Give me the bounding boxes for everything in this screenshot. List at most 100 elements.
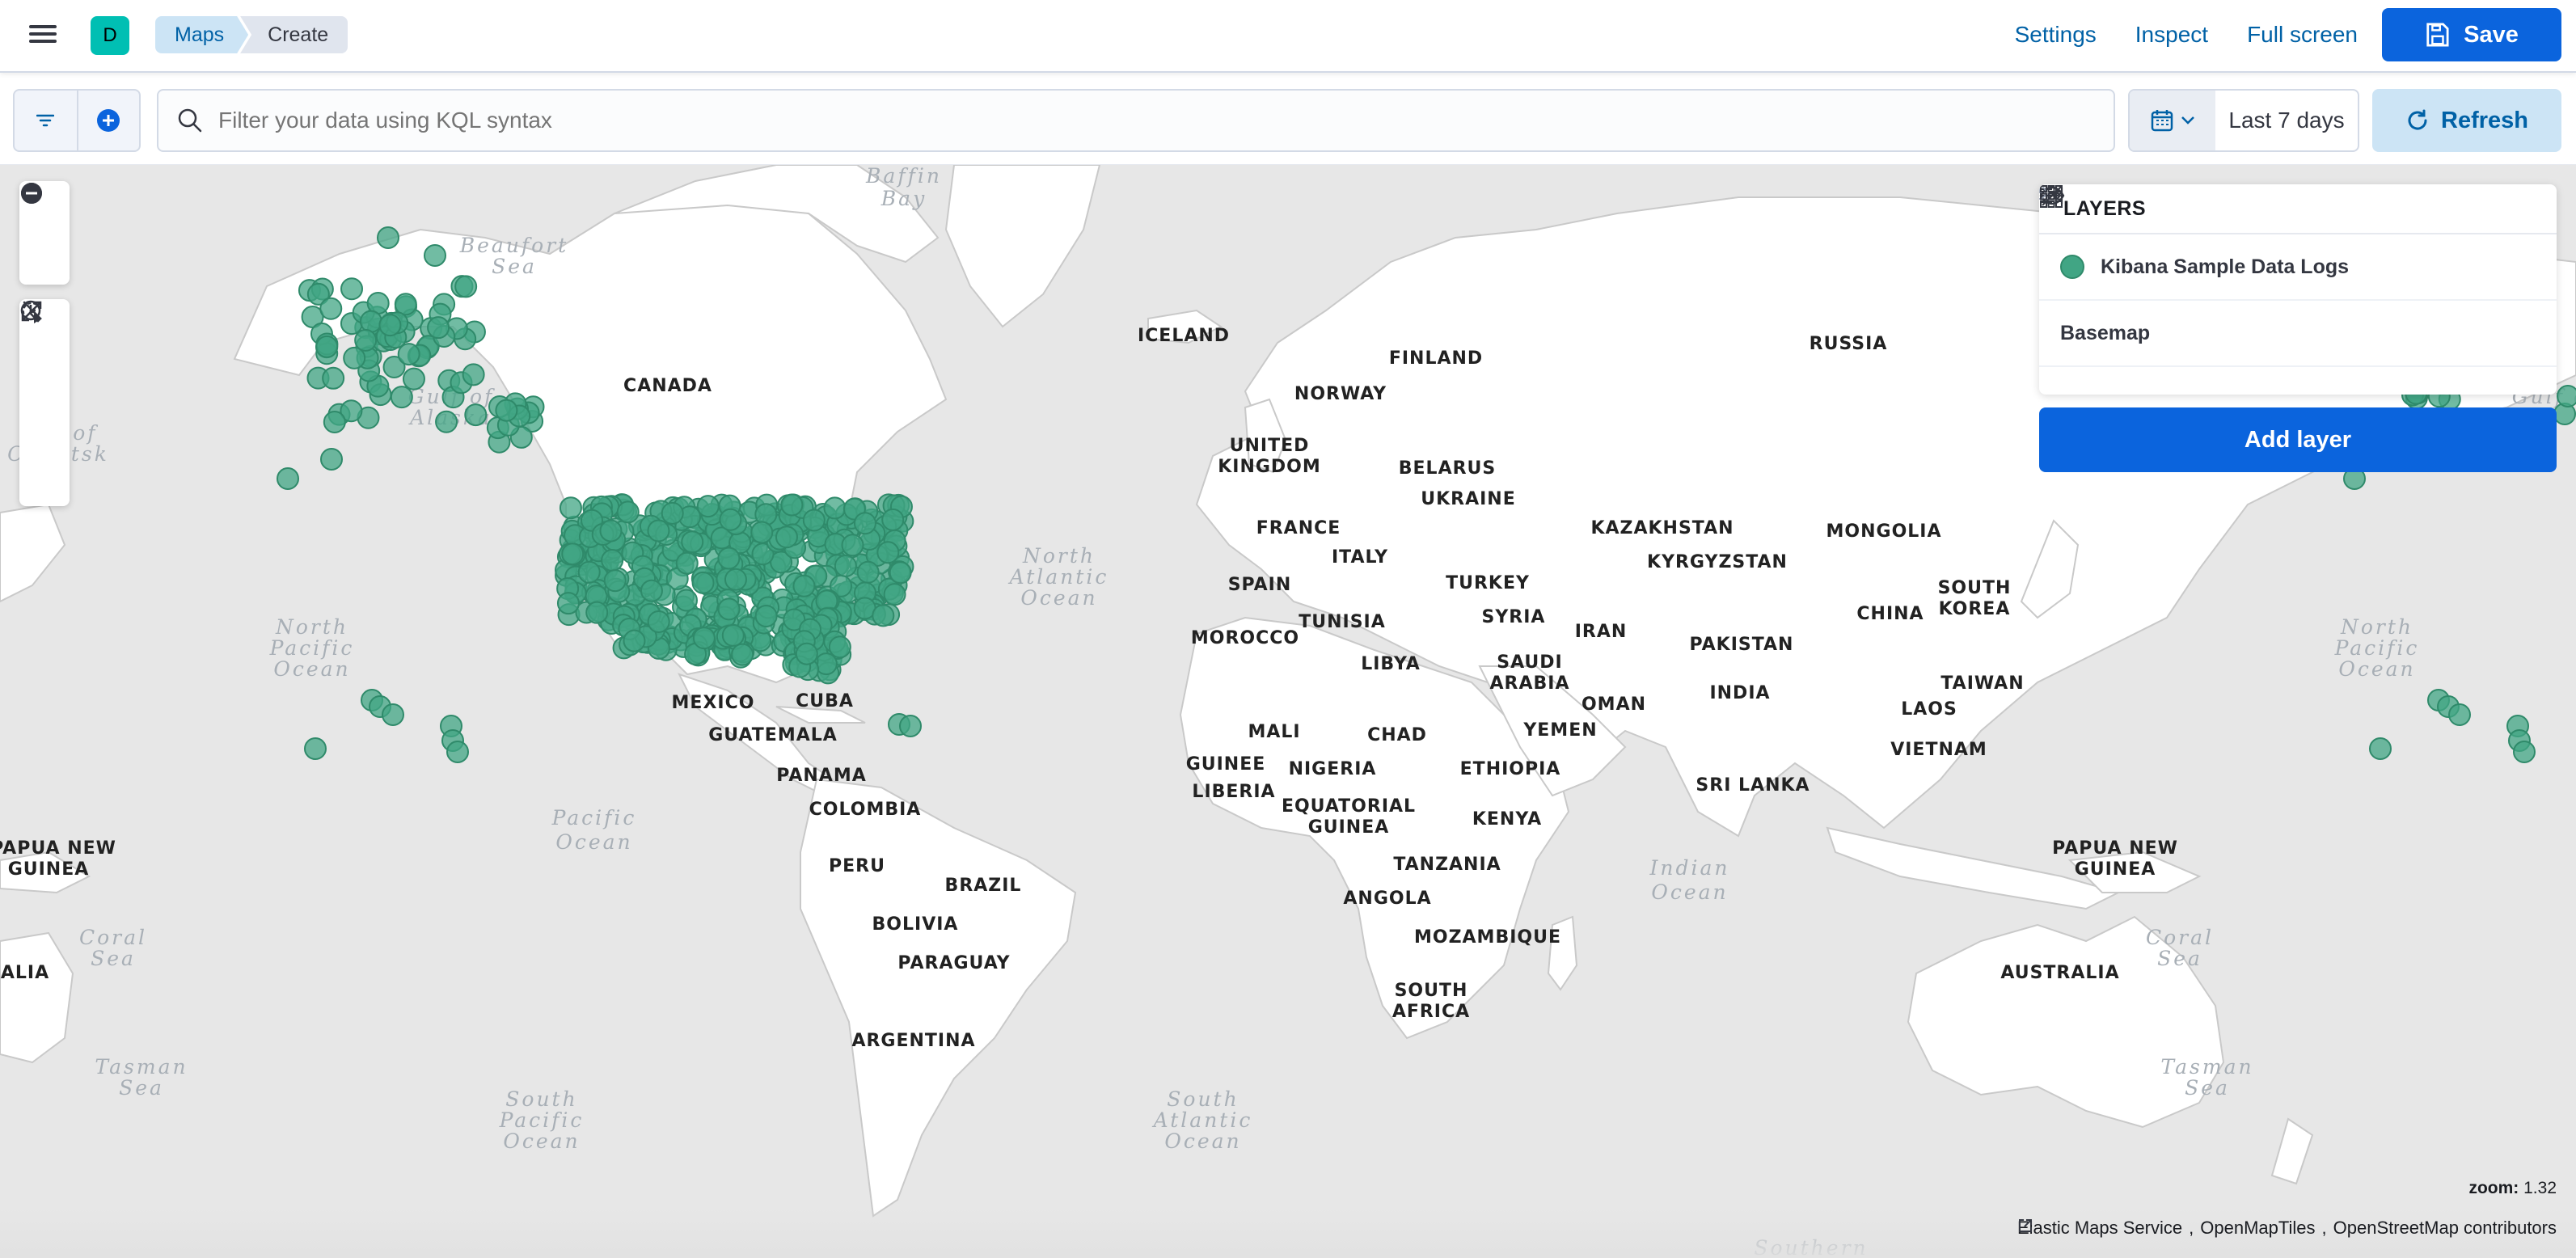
add-filter-button[interactable] [76,91,139,150]
data-point[interactable] [750,521,774,544]
data-point[interactable] [322,366,345,390]
data-point[interactable] [856,560,880,584]
add-layer-button[interactable]: Add layer [2039,407,2557,472]
zoom-out-button[interactable] [19,183,70,285]
space-avatar[interactable]: D [91,16,129,55]
data-point[interactable] [640,579,663,602]
data-point[interactable] [717,547,741,570]
data-point[interactable] [577,560,601,584]
breadcrumb-maps[interactable]: Maps [155,16,248,53]
layer-row-kibana-logs[interactable]: Kibana Sample Data Logs [2039,185,2557,301]
data-point[interactable] [876,541,900,564]
data-point[interactable] [616,500,640,524]
data-point[interactable] [883,583,906,606]
data-point[interactable] [802,509,826,532]
data-point[interactable] [872,604,895,627]
data-point[interactable] [691,571,715,594]
data-point[interactable] [780,493,804,517]
data-point[interactable] [721,623,745,647]
data-point[interactable] [899,715,922,737]
data-point[interactable] [320,448,343,471]
data-point[interactable] [754,604,778,627]
data-point[interactable] [674,589,698,612]
kql-search-input[interactable] [218,108,2078,133]
date-range-display[interactable]: Last 7 days [2215,91,2358,150]
map-canvas[interactable]: BaffinBayBeaufortSeaGulf ofAlaskaNorthPa… [0,165,2576,1258]
settings-link[interactable]: Settings [2015,18,2097,52]
data-point[interactable] [359,310,382,333]
data-point[interactable] [823,496,847,520]
set-view-button[interactable] [19,301,70,403]
quick-date-menu-button[interactable] [2130,91,2215,150]
data-point[interactable] [834,554,857,577]
data-point[interactable] [603,569,627,593]
data-point[interactable] [315,335,339,358]
data-point[interactable] [435,410,458,433]
data-point[interactable] [681,530,704,554]
data-point[interactable] [2513,741,2536,763]
data-point[interactable] [585,601,609,624]
data-point[interactable] [853,512,876,535]
data-point[interactable] [601,549,624,572]
layer-row-basemap[interactable]: Basemap [2039,185,2557,367]
data-point[interactable] [724,568,747,591]
data-point[interactable] [427,316,450,340]
kql-search-bar[interactable] [157,89,2115,152]
data-point[interactable] [561,542,585,566]
tools-button[interactable] [19,301,70,454]
data-point[interactable] [795,642,818,665]
attribution-link-ems[interactable]: Elastic Maps Service [2017,1218,2182,1239]
data-point[interactable] [2448,703,2471,726]
data-point[interactable] [731,643,754,666]
data-point[interactable] [647,519,670,542]
ocean-label: Beaufort [459,234,568,257]
data-point[interactable] [775,526,798,549]
data-point[interactable] [2557,385,2576,407]
data-point[interactable] [382,703,404,726]
data-point[interactable] [719,508,742,531]
data-point[interactable] [354,328,378,352]
data-point[interactable] [792,574,816,597]
save-button[interactable]: Save [2382,8,2561,61]
data-point[interactable] [559,496,582,520]
data-point[interactable] [889,561,912,585]
refresh-button[interactable]: Refresh [2372,89,2561,152]
timeslider-button[interactable] [19,300,70,506]
data-point[interactable] [717,597,741,621]
data-point[interactable] [323,410,346,433]
data-point[interactable] [277,467,299,490]
data-point[interactable] [378,314,402,337]
data-point[interactable] [304,737,327,760]
data-point[interactable] [340,277,364,301]
menu-toggle-button[interactable] [29,21,61,50]
data-point[interactable] [661,501,684,525]
inspect-link[interactable]: Inspect [2135,18,2208,52]
data-point[interactable] [464,403,488,427]
data-point[interactable] [696,495,720,518]
data-point[interactable] [623,629,646,652]
data-point[interactable] [692,627,716,650]
data-point[interactable] [319,297,343,320]
attribution-link-osm[interactable]: OpenStreetMap contributors [2019,1218,2557,1239]
data-point[interactable] [599,519,623,542]
filter-menu-button[interactable] [15,91,77,150]
ocean-label: North [2340,615,2413,639]
data-point[interactable] [495,399,518,422]
data-point[interactable] [881,508,905,531]
data-point[interactable] [841,534,864,557]
data-point[interactable] [402,367,425,390]
data-point[interactable] [394,293,417,316]
full-screen-link[interactable]: Full screen [2247,18,2358,52]
data-point[interactable] [828,635,851,659]
data-point[interactable] [462,363,485,386]
data-point[interactable] [377,226,399,249]
data-point[interactable] [2369,737,2392,760]
data-point[interactable] [390,386,413,409]
data-point[interactable] [647,610,670,633]
data-point[interactable] [424,244,446,267]
data-point[interactable] [556,592,580,615]
data-point[interactable] [675,551,699,575]
attribution-link-omt[interactable]: OpenMapTiles [2019,1218,2316,1239]
data-point[interactable] [454,275,478,298]
data-point[interactable] [446,741,469,763]
